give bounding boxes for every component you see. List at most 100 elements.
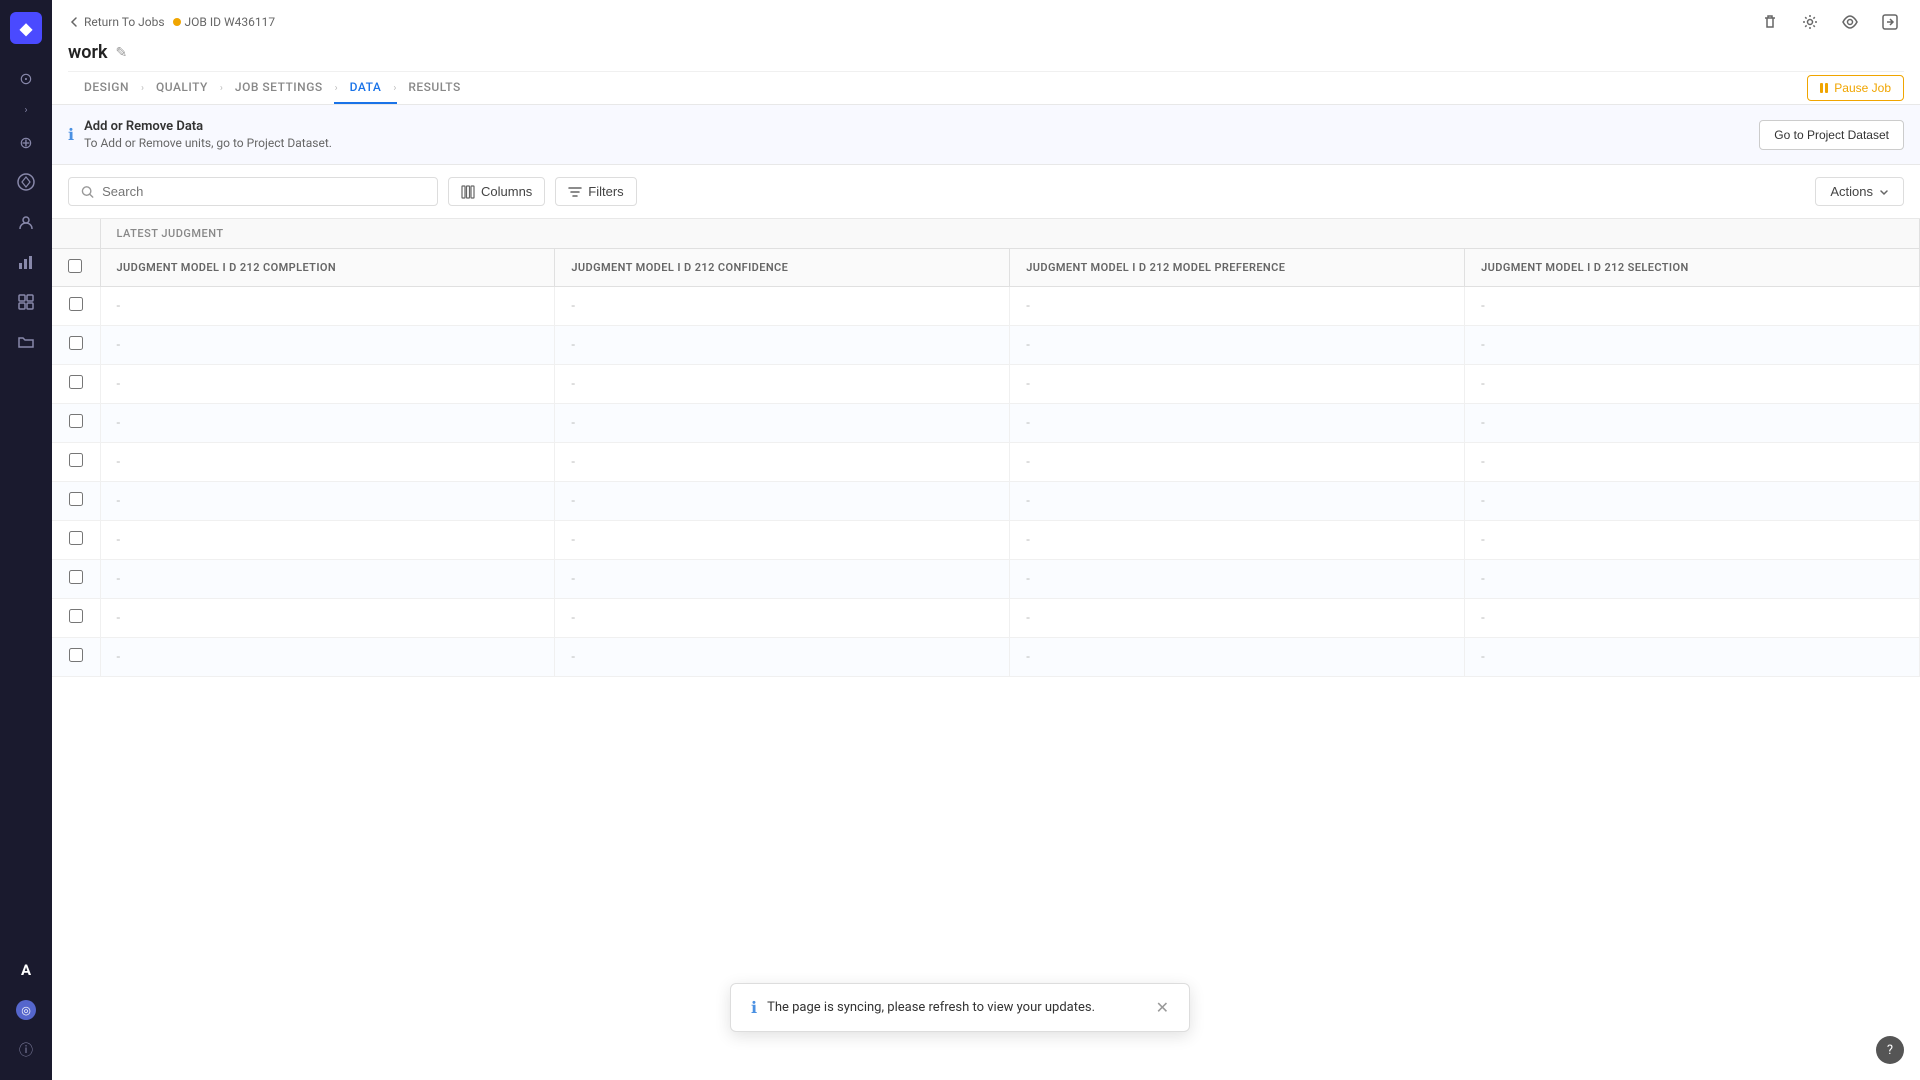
cell-selection: - xyxy=(1465,365,1920,404)
row-checkbox[interactable] xyxy=(69,492,83,506)
search-box[interactable] xyxy=(68,177,438,206)
go-to-dataset-button[interactable]: Go to Project Dataset xyxy=(1759,120,1904,150)
font-icon[interactable]: A xyxy=(8,952,44,988)
table-row: - - - - xyxy=(52,482,1920,521)
header-completion: JUDGMENT MODEL I D 212 COMPLETION xyxy=(100,249,555,287)
delete-button[interactable] xyxy=(1756,8,1784,36)
back-to-jobs-link[interactable]: Return To Jobs xyxy=(68,15,165,29)
people-icon[interactable] xyxy=(8,204,44,240)
globe-icon[interactable]: ⊕ xyxy=(8,124,44,160)
row-check-cell xyxy=(52,482,100,521)
toast-info-icon: ℹ xyxy=(751,998,757,1017)
chart-icon[interactable] xyxy=(8,244,44,280)
job-status-dot xyxy=(173,18,181,26)
info-icon[interactable]: ⓘ xyxy=(8,1032,44,1068)
row-checkbox[interactable] xyxy=(69,570,83,584)
cell-completion: - xyxy=(100,404,555,443)
latest-judgment-header-row: LATEST JUDGMENT xyxy=(52,219,1920,249)
grid-icon[interactable] xyxy=(8,284,44,320)
cell-selection: - xyxy=(1465,326,1920,365)
row-checkbox[interactable] xyxy=(69,648,83,662)
cell-confidence: - xyxy=(555,287,1010,326)
cell-confidence: - xyxy=(555,404,1010,443)
info-subtitle: To Add or Remove units, go to Project Da… xyxy=(84,136,1749,150)
cell-confidence: - xyxy=(555,521,1010,560)
actions-chevron-icon xyxy=(1879,187,1889,197)
cell-completion: - xyxy=(100,599,555,638)
tab-results[interactable]: RESULTS xyxy=(392,72,476,104)
filters-icon xyxy=(568,185,582,199)
edit-title-icon[interactable]: ✎ xyxy=(115,45,127,61)
actions-button[interactable]: Actions xyxy=(1815,177,1904,206)
table-row: - - - - xyxy=(52,638,1920,677)
header-preference: JUDGMENT MODEL I D 212 MODEL PREFERENCE xyxy=(1010,249,1465,287)
row-check-cell xyxy=(52,287,100,326)
toast-message: The page is syncing, please refresh to v… xyxy=(767,1000,1146,1015)
search-input[interactable] xyxy=(102,184,425,199)
cell-preference: - xyxy=(1010,365,1465,404)
row-checkbox[interactable] xyxy=(69,414,83,428)
tab-design[interactable]: DESIGN xyxy=(68,72,145,104)
data-table: LATEST JUDGMENT JUDGMENT MODEL I D 212 C… xyxy=(52,219,1920,677)
nav-tabs: DESIGN › QUALITY › JOB SETTINGS › DATA ›… xyxy=(68,72,477,104)
toolbar: Columns Filters Actions xyxy=(52,165,1920,219)
table-body: - - - - - - - - - - - - - - - xyxy=(52,287,1920,677)
analytics-icon[interactable] xyxy=(8,164,44,200)
user-avatar-icon[interactable]: ◎ xyxy=(8,992,44,1028)
table-row: - - - - xyxy=(52,560,1920,599)
info-bar-icon: ℹ xyxy=(68,125,74,144)
pause-job-label: Pause Job xyxy=(1834,81,1891,95)
info-text-block: Add or Remove Data To Add or Remove unit… xyxy=(84,119,1749,150)
row-checkbox[interactable] xyxy=(69,297,83,311)
cell-preference: - xyxy=(1010,404,1465,443)
cell-confidence: - xyxy=(555,326,1010,365)
pause-job-button[interactable]: Pause Job xyxy=(1807,75,1904,101)
row-checkbox[interactable] xyxy=(69,336,83,350)
preview-button[interactable] xyxy=(1836,8,1864,36)
cell-selection: - xyxy=(1465,443,1920,482)
select-all-checkbox[interactable] xyxy=(68,259,82,273)
row-check-cell xyxy=(52,443,100,482)
pause-icon xyxy=(1820,83,1828,93)
cell-selection: - xyxy=(1465,287,1920,326)
cell-completion: - xyxy=(100,638,555,677)
columns-button[interactable]: Columns xyxy=(448,177,545,206)
row-check-cell xyxy=(52,404,100,443)
sidebar-logo[interactable]: ◆ xyxy=(10,12,42,44)
svg-text:◎: ◎ xyxy=(21,1004,31,1017)
columns-label: Columns xyxy=(481,184,532,199)
home-icon[interactable]: ⊙ xyxy=(8,60,44,96)
filters-label: Filters xyxy=(588,184,623,199)
tab-quality[interactable]: QUALITY xyxy=(140,72,224,104)
expand-sidebar-btn[interactable]: › xyxy=(8,100,44,120)
topbar-top-row: Return To Jobs JOB ID W436117 xyxy=(68,0,1904,40)
share-button[interactable] xyxy=(1876,8,1904,36)
table-header-row: JUDGMENT MODEL I D 212 COMPLETION JUDGME… xyxy=(52,249,1920,287)
page-title: work xyxy=(68,42,107,63)
cell-preference: - xyxy=(1010,482,1465,521)
toast-close-button[interactable]: ✕ xyxy=(1156,1000,1169,1016)
actions-label: Actions xyxy=(1830,184,1873,199)
folder-icon[interactable] xyxy=(8,324,44,360)
row-check-cell xyxy=(52,365,100,404)
cell-completion: - xyxy=(100,482,555,521)
topbar: Return To Jobs JOB ID W436117 xyxy=(52,0,1920,105)
columns-icon xyxy=(461,185,475,199)
row-checkbox[interactable] xyxy=(69,375,83,389)
row-checkbox[interactable] xyxy=(69,453,83,467)
row-check-cell xyxy=(52,560,100,599)
help-button[interactable]: ? xyxy=(1876,1036,1904,1064)
job-id-badge: JOB ID W436117 xyxy=(173,15,276,29)
tab-data[interactable]: DATA xyxy=(334,72,398,104)
row-checkbox[interactable] xyxy=(69,609,83,623)
filters-button[interactable]: Filters xyxy=(555,177,636,206)
settings-button[interactable] xyxy=(1796,8,1824,36)
main-content: Return To Jobs JOB ID W436117 xyxy=(52,0,1920,1080)
cell-confidence: - xyxy=(555,482,1010,521)
tab-job-settings[interactable]: JOB SETTINGS xyxy=(219,72,339,104)
row-checkbox[interactable] xyxy=(69,531,83,545)
cell-confidence: - xyxy=(555,443,1010,482)
table-row: - - - - xyxy=(52,404,1920,443)
cell-preference: - xyxy=(1010,560,1465,599)
cell-confidence: - xyxy=(555,560,1010,599)
